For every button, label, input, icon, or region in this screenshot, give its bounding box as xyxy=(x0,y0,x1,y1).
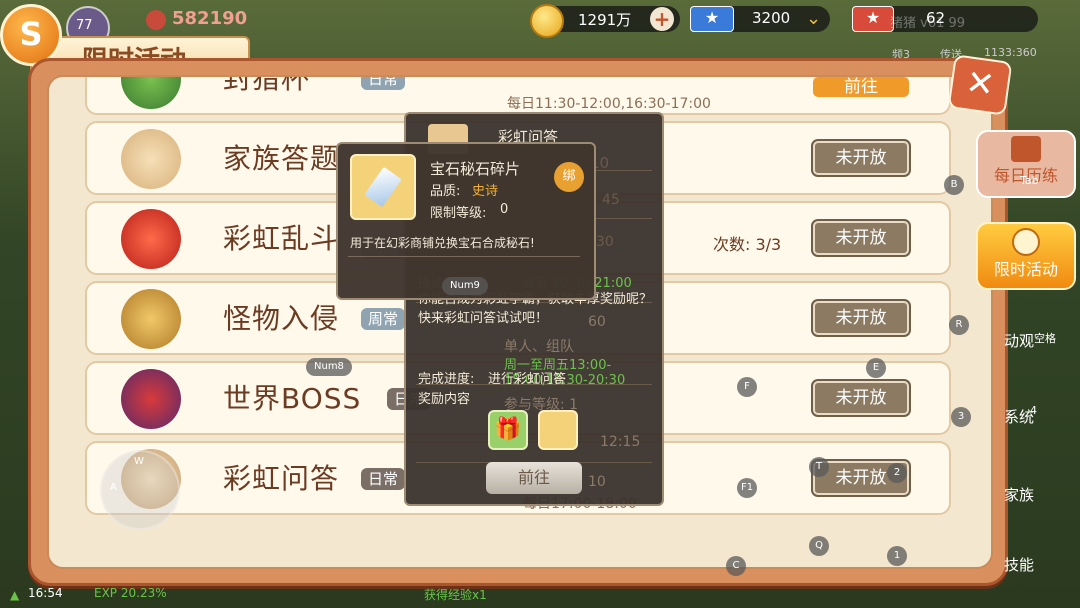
not-open-button[interactable]: 未开放 xyxy=(813,381,909,415)
star-ticket-icon: ★ xyxy=(690,6,734,32)
go-button[interactable]: 前往 xyxy=(813,77,909,97)
quality-label: 品质: xyxy=(430,184,461,199)
not-open-button[interactable]: 未开放 xyxy=(813,221,909,255)
item-name: 宝石秘石碎片 xyxy=(430,160,521,178)
item-description: 用于在幻彩商铺兑换宝石合成秘石! xyxy=(350,236,535,250)
quality-value: 史诗 xyxy=(472,184,499,199)
side-menu-item[interactable]: 技能 xyxy=(1004,554,1034,575)
activity-tag: 日常 xyxy=(361,468,406,490)
power-icon xyxy=(146,10,166,30)
activity-tag: 日常 xyxy=(361,77,406,90)
key-hint-b: B xyxy=(944,175,964,195)
power-value: 582190 xyxy=(172,8,248,29)
activity-time: 每日11:30-12:00,16:30-17:00 xyxy=(507,96,711,112)
joystick-key-a: A xyxy=(110,482,117,493)
key-hint-c: C xyxy=(726,556,746,576)
tab-limited-activity[interactable]: 限时活动 xyxy=(976,222,1076,290)
key-hint-num8: Num8 xyxy=(306,358,352,376)
row-bg-text: 12:15 xyxy=(600,434,641,450)
key-hint-f: F xyxy=(737,377,757,397)
progress-value: 进行彩虹问答 xyxy=(488,372,567,387)
red-ticket-icon: ★ xyxy=(852,6,894,32)
progress-label: 完成进度: xyxy=(418,372,475,387)
dragon-logo-icon: S xyxy=(0,4,62,66)
exp-text: EXP 20.23% xyxy=(94,586,167,600)
bottom-chat-text: 获得经验x1 xyxy=(424,588,487,602)
level-value: 0 xyxy=(500,202,509,217)
not-open-button[interactable]: 未开放 xyxy=(813,301,909,335)
add-gold-button[interactable]: + xyxy=(650,7,674,31)
boxing-glove-icon xyxy=(121,209,181,269)
reward-gift-icon[interactable]: 🎁 xyxy=(488,410,528,450)
activity-name: 家族答题 xyxy=(223,142,340,175)
daily-training-icon xyxy=(1011,136,1041,162)
side-menu-item[interactable]: 家族 xyxy=(1004,484,1034,505)
reward-gem-fragment-icon[interactable] xyxy=(538,410,578,450)
key-hint-f1: F1 xyxy=(737,478,757,498)
activity-tag: 周常 xyxy=(361,308,406,330)
side-menu-item[interactable]: 动观 xyxy=(1004,330,1034,351)
gold-coin-icon xyxy=(530,4,564,38)
key-hint-tab: Tab xyxy=(1020,174,1039,187)
bind-star-badge: 绑 xyxy=(554,162,584,192)
virtual-joystick[interactable]: W A xyxy=(100,450,180,530)
activity-count: 次数: 3/3 xyxy=(713,235,782,254)
activity-name: 怪物入侵 xyxy=(223,302,340,335)
key-hint-1: 1 xyxy=(887,546,907,566)
activity-name: 彩虹问答 xyxy=(223,462,340,495)
close-button[interactable]: ✕ xyxy=(947,54,1013,116)
not-open-button[interactable]: 未开放 xyxy=(813,141,909,175)
activity-name: 封猎杯 xyxy=(223,75,311,95)
player-level: 77 xyxy=(76,18,93,33)
chevron-icon[interactable]: ⌄ xyxy=(806,8,821,29)
server-info: 猪猪 v61 99 xyxy=(890,16,966,31)
activity-name: 彩虹乱斗 xyxy=(223,222,340,255)
activity-row[interactable]: 封猎杯 日常 单人 每日11:30-12:00,16:30-17:00 前往 xyxy=(85,75,951,115)
tab-label: 限时活动 xyxy=(993,260,1058,279)
row-bg-text: 60 xyxy=(588,314,606,330)
divider xyxy=(348,256,580,257)
crystal-shard-icon xyxy=(364,166,402,208)
key-hint-3: 3 xyxy=(951,407,971,427)
go-button[interactable]: 前往 xyxy=(486,462,582,494)
key-hint-e: E xyxy=(866,358,886,378)
stars-value: 3200 xyxy=(752,9,791,27)
key-hint-space: 空格 xyxy=(1034,332,1056,345)
key-hint-4: 4 xyxy=(1030,404,1037,417)
key-hint-2: 2 xyxy=(887,463,907,483)
gold-value: 1291万 xyxy=(578,11,632,29)
activity-info: 单人 xyxy=(507,77,537,80)
coords-value: 1133:360 xyxy=(984,46,1037,59)
dragon-icon xyxy=(121,289,181,349)
demon-boss-icon xyxy=(121,369,181,429)
activity-name: 世界BOSS xyxy=(223,382,362,415)
key-hint-q: Q xyxy=(809,536,829,556)
clock-time: 16:54 xyxy=(28,586,63,600)
joystick-key-w: W xyxy=(134,456,144,467)
key-hint-t: T xyxy=(809,457,829,477)
wifi-icon: ▲ xyxy=(10,588,20,602)
tab-daily-training[interactable]: 每日历练 xyxy=(976,130,1076,198)
row-bg-text: 10 xyxy=(588,474,606,490)
trophy-icon xyxy=(121,77,181,109)
row-bg-text: 45 xyxy=(602,192,620,208)
key-hint-num9: Num9 xyxy=(442,277,488,295)
level-label: 限制等级: xyxy=(430,206,487,221)
bind-text: 绑 xyxy=(562,169,576,184)
reward-label: 奖励内容 xyxy=(418,392,471,407)
row-bg-text: 30 xyxy=(596,234,614,250)
key-hint-r: R xyxy=(949,315,969,335)
gem-fragment-icon xyxy=(350,154,416,220)
clock-icon xyxy=(1012,228,1040,256)
row-bg-text: 单人、组队 xyxy=(504,339,574,355)
scroll-quiz-icon xyxy=(121,129,181,189)
